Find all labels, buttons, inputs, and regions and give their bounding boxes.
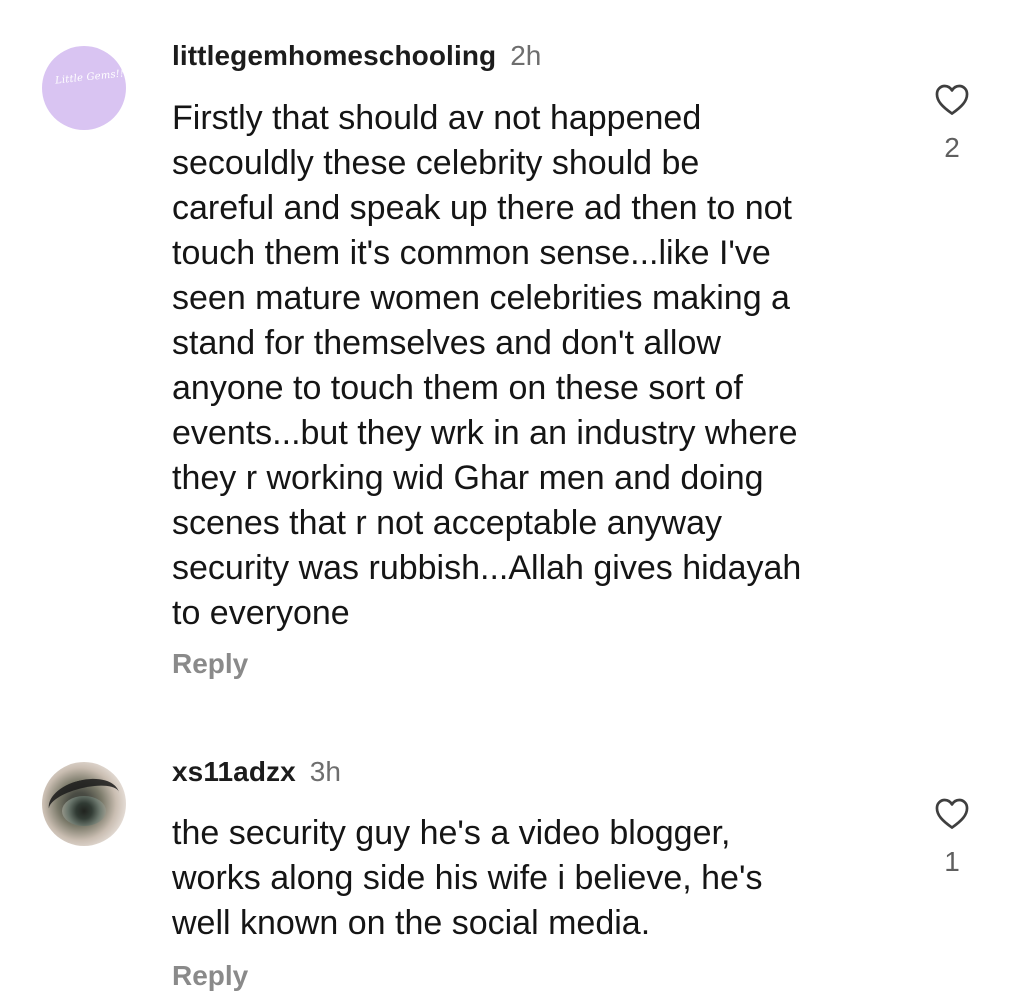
comment-item: xs11adzx 3h the security guy he's a video… <box>0 0 1024 991</box>
avatar-image-detail <box>62 796 106 826</box>
avatar[interactable] <box>42 762 126 846</box>
username[interactable]: xs11adzx <box>172 756 296 787</box>
timestamp: 3h <box>309 756 341 787</box>
heart-outline-icon[interactable] <box>932 794 972 832</box>
like-control: 1 <box>924 794 980 878</box>
like-count: 1 <box>944 846 960 877</box>
reply-button[interactable]: Reply <box>172 960 248 992</box>
comment-text: the security guy he's a video blogger, w… <box>172 814 763 942</box>
comment-header: xs11adzx 3h <box>172 756 341 788</box>
